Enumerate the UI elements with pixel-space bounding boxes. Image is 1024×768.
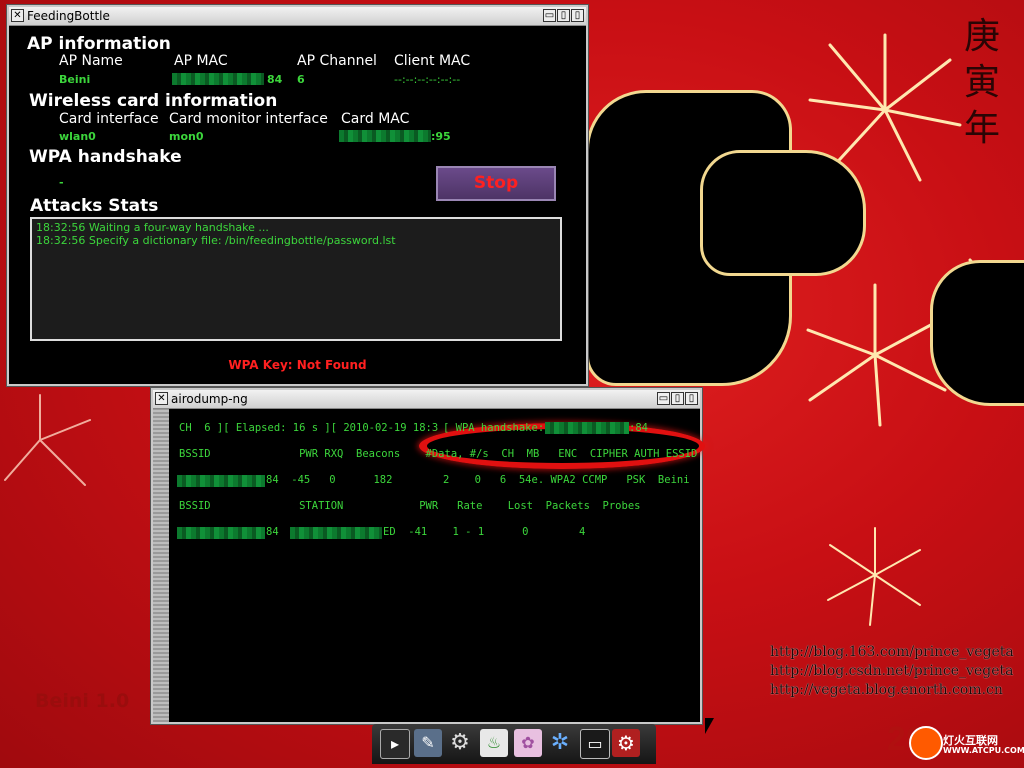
- ap-channel-value: 6: [297, 73, 305, 86]
- tools-icon[interactable]: ✎: [414, 729, 442, 757]
- settings-icon[interactable]: ⚙: [612, 729, 640, 757]
- watermark-url: WWW.ATCPU.COM: [943, 746, 1024, 755]
- blog-link: http://blog.163.com/prince_vegeta: [770, 644, 1014, 660]
- redacted-mac: [172, 73, 264, 85]
- redacted-mac: [177, 527, 265, 539]
- maximize-icon[interactable]: ▯: [557, 9, 570, 22]
- card-section-title: Wireless card information: [29, 91, 278, 111]
- ap-table-header: BSSID PWR RXQ Beacons #Data, #/s CH MB E…: [179, 448, 698, 460]
- dock: ▸ ✎ ⚙ ♨ ✿ ✲ ▭ ⚙: [372, 724, 656, 764]
- redacted-mac: [339, 130, 431, 142]
- minimize-icon[interactable]: ▭: [543, 9, 556, 22]
- client-mac-header: Client MAC: [394, 53, 471, 69]
- ap-mac-suffix: 84: [267, 73, 283, 86]
- wpa-handshake-label: [ WPA handshake:: [443, 422, 545, 434]
- redacted-mac: [177, 475, 265, 487]
- minimize-icon[interactable]: ▭: [657, 392, 670, 405]
- calligraphy-char: 年: [963, 108, 1000, 149]
- network-icon[interactable]: ✲: [546, 729, 574, 757]
- shade-icon[interactable]: ▯: [685, 392, 698, 405]
- blog-links: http://blog.163.com/prince_vegeta http:/…: [770, 643, 1014, 700]
- redacted-mac: [545, 422, 629, 434]
- card-monitor-value: mon0: [169, 130, 204, 143]
- wpa-section-title: WPA handshake: [29, 147, 182, 167]
- airodump-titlebar[interactable]: ✕ airodump-ng ▭ ▯ ▯: [153, 390, 700, 409]
- blog-link: http://blog.csdn.net/prince_vegeta: [770, 663, 1014, 679]
- ap-name-header: AP Name: [59, 53, 123, 69]
- ap-channel-header: AP Channel: [297, 53, 377, 69]
- window-title: airodump-ng: [171, 392, 248, 406]
- log-line: 18:32:56 Waiting a four-way handshake ..…: [36, 221, 269, 234]
- feedingbottle-body: AP information AP Name AP MAC AP Channel…: [9, 26, 586, 384]
- beini-version-label: Beini 1.0: [35, 690, 130, 712]
- calligraphy-char: 庚: [963, 16, 1000, 57]
- ap-table-row: 84 -45 0 182 2 0 6 54e. WPA2 CCMP PSK Be…: [266, 474, 690, 486]
- calligraphy-text: 庚 寅 年: [962, 14, 1002, 152]
- shade-icon[interactable]: ▯: [571, 9, 584, 22]
- station-table-header: BSSID STATION PWR Rate Lost Packets Prob…: [179, 500, 641, 512]
- attack-log[interactable]: 18:32:56 Waiting a four-way handshake ..…: [30, 217, 562, 341]
- terminal-scrollbar[interactable]: [153, 409, 169, 722]
- terminal-body[interactable]: CH 6 ][ Elapsed: 16 s ][ 2010-02-19 18:3…: [153, 409, 705, 722]
- firework-decoration: [806, 283, 947, 427]
- ap-name-value: Beini: [59, 73, 91, 86]
- ap-mac-header: AP MAC: [174, 53, 228, 69]
- status-line: CH 6 ][ Elapsed: 16 s ][ 2010-02-19 18:3: [179, 422, 439, 434]
- blog-link: http://vegeta.blog.enorth.com.cn: [770, 682, 1003, 698]
- watermark-circle-icon: [909, 726, 943, 760]
- close-icon[interactable]: ✕: [11, 9, 24, 22]
- watermark-logo: 20 灯火互联网 WWW.ATCPU.COM: [887, 720, 1024, 766]
- attacks-section-title: Attacks Stats: [30, 196, 159, 216]
- firework-decoration: [827, 527, 921, 626]
- card-mac-suffix: :95: [431, 130, 451, 143]
- decorative-black-shape: [700, 150, 866, 276]
- wpa-handshake-suffix: :84: [629, 422, 648, 434]
- pacifier-icon[interactable]: ✿: [514, 729, 542, 757]
- window-title: FeedingBottle: [27, 9, 110, 23]
- firework-decoration: [4, 394, 91, 486]
- mouse-cursor: [705, 718, 714, 734]
- card-interface-value: wlan0: [59, 130, 96, 143]
- wpa-handshake-value: -: [59, 176, 64, 189]
- stop-button[interactable]: Stop: [436, 166, 556, 201]
- gear-icon[interactable]: ⚙: [446, 729, 474, 757]
- wpa-key-status: WPA Key: Not Found: [228, 358, 367, 372]
- station-row: ED -41 1 - 1 0 4: [383, 526, 586, 538]
- ap-section-title: AP information: [27, 34, 171, 54]
- card-mac-header: Card MAC: [341, 111, 410, 127]
- feedingbottle-titlebar[interactable]: ✕ FeedingBottle ▭ ▯ ▯: [9, 7, 586, 26]
- decorative-black-shape: [930, 260, 1024, 406]
- terminal-icon[interactable]: ▭: [580, 729, 610, 759]
- terminal-icon[interactable]: ▸: [380, 729, 410, 759]
- card-monitor-header: Card monitor interface: [169, 111, 328, 127]
- card-interface-header: Card interface: [59, 111, 159, 127]
- close-icon[interactable]: ✕: [155, 392, 168, 405]
- maximize-icon[interactable]: ▯: [671, 392, 684, 405]
- airodump-window: ✕ airodump-ng ▭ ▯ ▯ CH 6 ][ Elapsed: 16 …: [151, 388, 705, 724]
- redacted-mac: [290, 527, 382, 539]
- log-line: 18:32:56 Specify a dictionary file: /bin…: [36, 234, 396, 247]
- feedingbottle-window: ✕ FeedingBottle ▭ ▯ ▯ AP information AP …: [7, 5, 588, 386]
- client-mac-value: --:--:--:--:--:--: [394, 73, 461, 86]
- feeding-bottle-icon[interactable]: ♨: [480, 729, 508, 757]
- station-bssid-suffix: 84: [266, 526, 279, 538]
- calligraphy-char: 寅: [963, 62, 1000, 103]
